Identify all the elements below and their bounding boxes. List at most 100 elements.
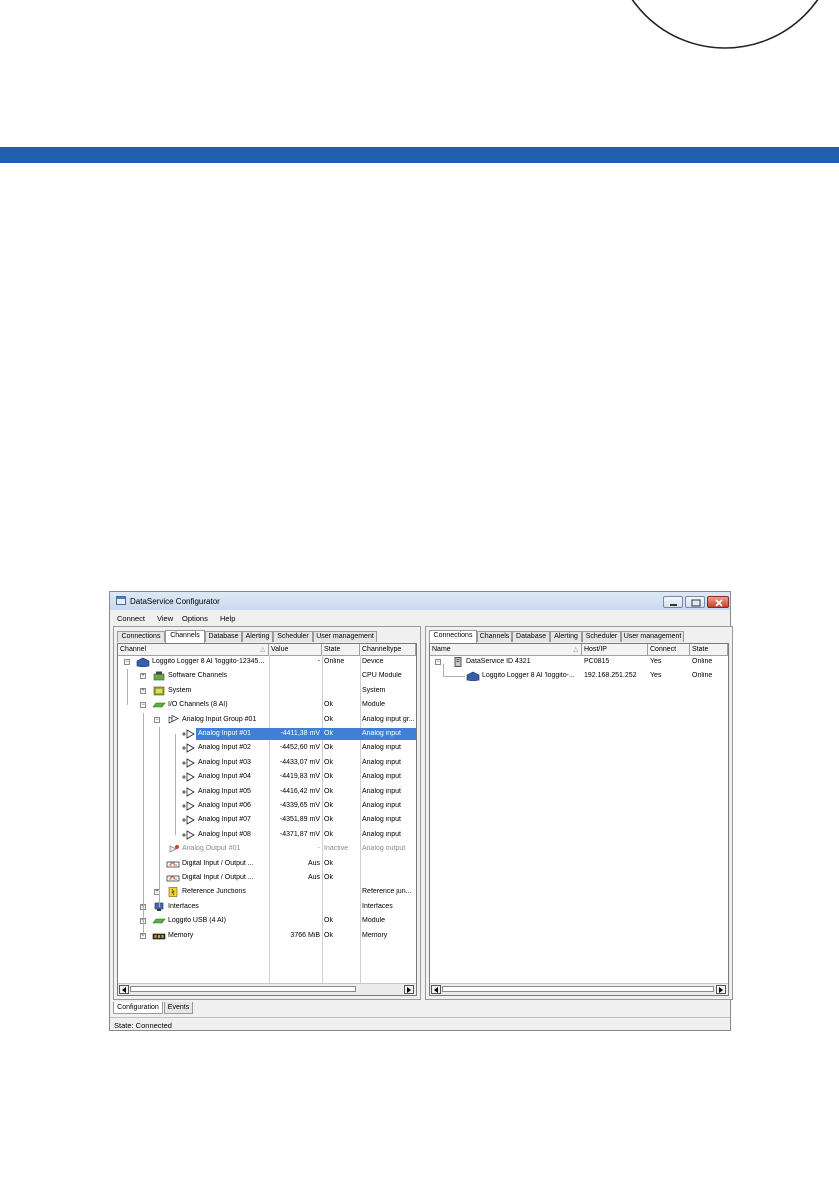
tab-user-management[interactable]: User management bbox=[313, 631, 377, 642]
channel-row[interactable]: Analog Input #07 -4351,89 mV Ok Analog inpu… bbox=[118, 813, 416, 827]
app-window: DataService Configurator Connect View Op… bbox=[109, 591, 733, 1031]
tab-configuration[interactable]: Configuration bbox=[113, 1002, 163, 1014]
column-header-channeltype[interactable]: Channeltype bbox=[360, 644, 416, 655]
analog-input-icon bbox=[182, 786, 195, 797]
column-header-value[interactable]: Value bbox=[269, 644, 322, 655]
tab-channels[interactable]: Channels bbox=[477, 631, 512, 642]
tab-database[interactable]: Database bbox=[512, 631, 550, 642]
channel-type: Reference jun... bbox=[362, 888, 412, 896]
channel-type: Module bbox=[362, 701, 385, 709]
channel-value: Aus bbox=[307, 859, 320, 867]
collapse-toggle-icon[interactable]: − bbox=[140, 702, 146, 709]
channel-value bbox=[270, 888, 320, 897]
channel-row[interactable]: + System System bbox=[118, 684, 416, 698]
expand-toggle-icon[interactable]: + bbox=[140, 673, 146, 680]
connection-host: 192.168.251.252 bbox=[584, 672, 637, 680]
tab-channels[interactable]: Channels bbox=[165, 630, 205, 643]
channel-row[interactable]: Analog Input #01 -4411,38 mV Ok Analog inpu… bbox=[118, 727, 416, 741]
channel-row[interactable]: Digital Input / Output ... Aus Ok bbox=[118, 871, 416, 885]
tab-events[interactable]: Events bbox=[164, 1002, 193, 1014]
tree-connector bbox=[127, 669, 128, 706]
tab-scheduler[interactable]: Scheduler bbox=[582, 631, 621, 642]
channel-state: Ok bbox=[324, 830, 333, 838]
close-button[interactable] bbox=[707, 596, 729, 608]
channel-name: Analog Input Group #01 bbox=[182, 715, 257, 723]
minimize-button[interactable] bbox=[663, 596, 683, 608]
tab-connections[interactable]: Connections bbox=[429, 630, 477, 643]
scrollbar-thumb[interactable] bbox=[130, 986, 356, 992]
channel-row[interactable]: +Loggito USB (4 AI)OkModule bbox=[118, 914, 416, 928]
cpu-icon bbox=[153, 671, 165, 681]
channel-row[interactable]: +Memory3766 MiBOkMemory bbox=[118, 929, 416, 943]
connection-row[interactable]: − DataService ID 4321 PC0815 Yes Online bbox=[430, 655, 728, 669]
channel-name: Analog Output #01 bbox=[182, 845, 241, 853]
channel-type: Analog input bbox=[362, 816, 401, 824]
menu-options[interactable]: Options bbox=[182, 614, 208, 623]
tab-alerting[interactable]: Alerting bbox=[550, 631, 582, 642]
channel-state: Ok bbox=[324, 715, 333, 723]
channel-row[interactable]: + Software Channels CPU Module bbox=[118, 669, 416, 683]
channel-type bbox=[362, 860, 415, 869]
tab-user-management[interactable]: User management bbox=[621, 631, 684, 642]
scroll-left-button[interactable] bbox=[119, 985, 129, 994]
tab-scheduler[interactable]: Scheduler bbox=[273, 631, 313, 642]
expand-toggle-icon[interactable]: + bbox=[140, 687, 146, 694]
column-header-state[interactable]: State bbox=[690, 644, 728, 655]
channel-state: Inactive bbox=[324, 845, 349, 853]
system-icon bbox=[153, 686, 165, 696]
channel-name: Analog Input #04 bbox=[198, 773, 251, 781]
menu-help[interactable]: Help bbox=[220, 614, 235, 623]
channel-row[interactable]: Analog Output #01 - Inactive Analog output bbox=[118, 842, 416, 856]
channel-row[interactable]: +InterfacesInterfaces bbox=[118, 900, 416, 914]
tab-connections[interactable]: Connections bbox=[117, 631, 165, 642]
tab-database[interactable]: Database bbox=[205, 631, 242, 642]
connection-connect: Yes bbox=[650, 658, 662, 665]
device-icon bbox=[136, 657, 150, 667]
analog-input-icon bbox=[182, 743, 195, 754]
title-bar[interactable]: DataService Configurator bbox=[110, 592, 730, 610]
channel-row[interactable]: Analog Input #03 -4433,07 mV Ok Analog inpu… bbox=[118, 756, 416, 770]
channel-row[interactable]: + Reference Junctions Reference jun... bbox=[118, 885, 416, 899]
horizontal-scrollbar[interactable] bbox=[430, 983, 728, 995]
corner-arc-decoration bbox=[631, 0, 819, 49]
channel-row[interactable]: Analog Input #02 -4452,60 mV Ok Analog inpu… bbox=[118, 741, 416, 755]
collapse-toggle-icon[interactable]: − bbox=[435, 659, 441, 665]
channel-value bbox=[270, 716, 320, 725]
channel-name: I/O Channels (8 AI) bbox=[168, 701, 228, 709]
channel-state: Ok bbox=[324, 787, 333, 795]
connection-connect: Yes bbox=[650, 672, 662, 680]
collapse-toggle-icon[interactable]: − bbox=[154, 716, 160, 723]
connection-row[interactable]: Loggito Logger 8 AI 'loggito-... 192.168… bbox=[430, 669, 728, 683]
channel-type: Analog input bbox=[362, 744, 401, 752]
column-header-host[interactable]: Host/IP bbox=[582, 644, 648, 655]
column-header-channel[interactable]: Channel △ bbox=[118, 644, 269, 655]
channel-row[interactable]: − Loggito Logger 8 AI 'loggito-12345... - O… bbox=[118, 655, 416, 669]
channel-row[interactable]: Analog Input #04 -4419,83 mV Ok Analog inpu… bbox=[118, 770, 416, 784]
menu-connect[interactable]: Connect bbox=[117, 614, 145, 623]
channel-state: Ok bbox=[324, 802, 333, 809]
channel-state: Ok bbox=[324, 758, 333, 766]
channel-row[interactable]: − Analog Input Group #01 Ok Analog input gr… bbox=[118, 713, 416, 727]
channel-row[interactable]: Digital Input / Output ... Aus Ok bbox=[118, 857, 416, 871]
input-group-icon bbox=[168, 714, 179, 724]
channel-type: Analog input bbox=[362, 802, 401, 809]
analog-input-icon bbox=[182, 729, 195, 739]
channel-row[interactable]: Analog Input #06 -4339,65 mV Ok Analog inpu… bbox=[118, 799, 416, 813]
channel-row[interactable]: Analog Input #05 -4416,42 mV Ok Analog inpu… bbox=[118, 785, 416, 799]
collapse-toggle-icon[interactable]: − bbox=[124, 659, 130, 665]
channel-row[interactable]: − I/O Channels (8 AI) Ok Module bbox=[118, 698, 416, 712]
scroll-right-button[interactable] bbox=[404, 985, 414, 994]
column-header-state[interactable]: State bbox=[322, 644, 360, 655]
column-header-name[interactable]: Name △ bbox=[430, 644, 582, 655]
scroll-right-button[interactable] bbox=[716, 985, 726, 994]
horizontal-scrollbar[interactable] bbox=[118, 983, 416, 995]
tree-connector bbox=[143, 712, 144, 936]
tab-alerting[interactable]: Alerting bbox=[242, 631, 273, 642]
scrollbar-thumb[interactable] bbox=[442, 986, 714, 992]
menu-view[interactable]: View bbox=[157, 614, 173, 623]
column-header-connect[interactable]: Connect bbox=[648, 644, 690, 655]
scroll-left-button[interactable] bbox=[431, 985, 441, 994]
channel-row[interactable]: Analog Input #08 -4371,87 mV Ok Analog inpu… bbox=[118, 828, 416, 842]
reference-junction-icon bbox=[168, 887, 178, 898]
maximize-button[interactable] bbox=[685, 596, 705, 608]
